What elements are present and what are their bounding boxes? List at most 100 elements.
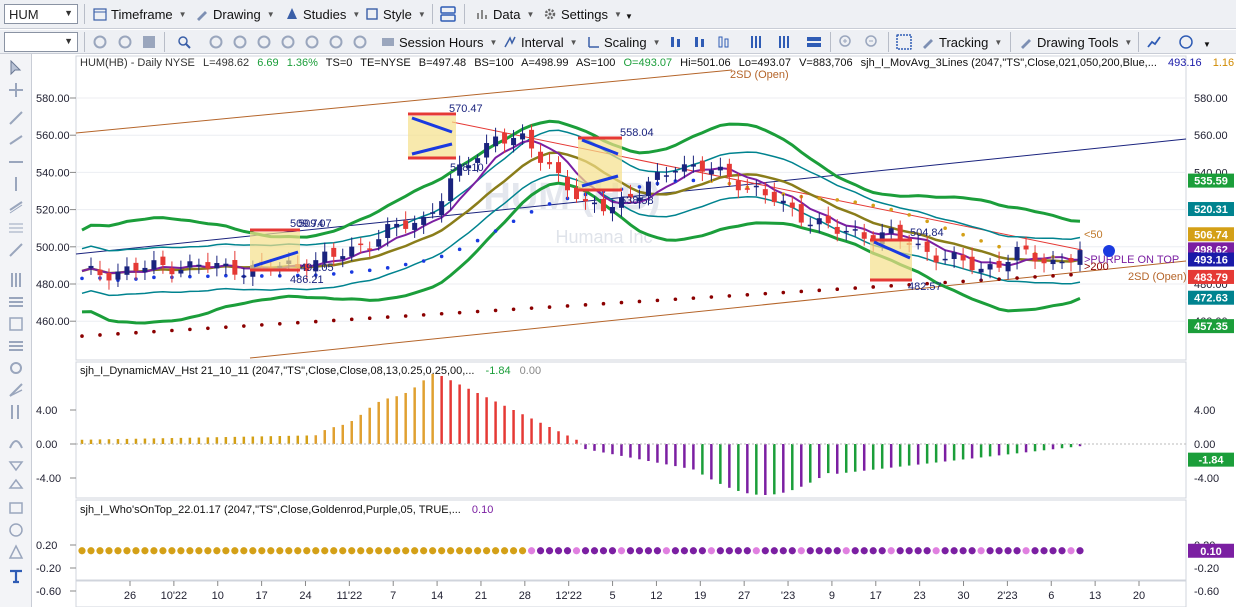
cycle-icon[interactable] bbox=[208, 34, 224, 50]
fibonacci-icon[interactable] bbox=[8, 220, 24, 236]
time-zones-icon[interactable] bbox=[8, 404, 24, 420]
cycle7-icon[interactable] bbox=[352, 34, 368, 50]
time-axis-label: 30 bbox=[957, 590, 969, 602]
separator bbox=[888, 32, 889, 52]
chart-toolbar: ▼ Session Hours ▼ Interval ▼ Scaling ▼ T… bbox=[0, 29, 1236, 54]
cursor-dot[interactable] bbox=[1103, 245, 1115, 257]
panel3-header: sjh_I_Who'sOnTop_22.01.17 (2047,"TS",Clo… bbox=[80, 504, 493, 516]
last-price: L=498.62 bbox=[203, 57, 249, 69]
wot-dot bbox=[959, 547, 967, 555]
data-button[interactable]: Data ▼ bbox=[472, 3, 537, 25]
studies-button[interactable]: Studies ▼ bbox=[282, 3, 363, 25]
indicator-icon[interactable] bbox=[1178, 34, 1194, 50]
wot-dot bbox=[438, 547, 446, 555]
bar-chart-icon[interactable] bbox=[668, 34, 684, 50]
candle-body bbox=[735, 180, 741, 191]
ma200-dot bbox=[295, 320, 300, 325]
grid-icon[interactable] bbox=[141, 34, 157, 50]
hollow-candle-icon[interactable] bbox=[716, 34, 732, 50]
bid-size-field: BS=100 bbox=[474, 57, 513, 69]
wot-dot bbox=[896, 547, 904, 555]
data-label: Data bbox=[493, 6, 521, 22]
candle-body bbox=[591, 202, 597, 205]
ma50-dot bbox=[475, 238, 480, 243]
volume-field: V=883,706 bbox=[799, 57, 853, 69]
cycle6-icon[interactable] bbox=[328, 34, 344, 50]
channel-icon[interactable] bbox=[8, 198, 24, 214]
ma200-dot bbox=[853, 286, 858, 290]
candle-icon[interactable] bbox=[692, 34, 708, 50]
ohlc-icon[interactable] bbox=[748, 34, 764, 50]
grid-tool-icon[interactable] bbox=[8, 316, 24, 332]
candle-body bbox=[547, 162, 553, 165]
regression-icon[interactable] bbox=[8, 338, 24, 354]
cycle2-icon[interactable] bbox=[232, 34, 248, 50]
overflow-chevron-icon[interactable]: ▼ bbox=[622, 5, 636, 27]
wot-dot bbox=[806, 547, 814, 555]
layout-icon[interactable] bbox=[440, 6, 456, 22]
overflow-chevron-icon[interactable]: ▼ bbox=[1200, 33, 1214, 55]
ma50-dot bbox=[907, 213, 911, 217]
time-axis-label: 27 bbox=[738, 590, 750, 602]
candle-body bbox=[439, 201, 445, 216]
cycle-tool-icon[interactable] bbox=[8, 360, 24, 376]
wot-dot bbox=[671, 547, 680, 555]
rectangle-icon[interactable] bbox=[8, 500, 24, 516]
scaling-button[interactable]: Scaling ▼ bbox=[583, 31, 664, 53]
ma200-dot bbox=[547, 305, 552, 309]
cycle3-icon[interactable] bbox=[256, 34, 272, 50]
pointer-icon[interactable] bbox=[8, 60, 24, 76]
cycle5-icon[interactable] bbox=[304, 34, 320, 50]
wot-dot bbox=[366, 547, 374, 555]
layout-toggle-icon[interactable] bbox=[806, 34, 822, 50]
refresh-all-icon[interactable] bbox=[117, 34, 133, 50]
chart-analysis-icon[interactable] bbox=[1146, 34, 1162, 50]
speed-lines-icon[interactable] bbox=[8, 294, 24, 310]
ellipse-icon[interactable] bbox=[8, 522, 24, 538]
ray-icon[interactable] bbox=[8, 132, 24, 148]
arc-icon[interactable] bbox=[8, 434, 24, 450]
interval-button[interactable]: Interval ▼ bbox=[500, 31, 581, 53]
triangle-icon[interactable] bbox=[8, 544, 24, 560]
interval-selector[interactable]: ▼ bbox=[4, 32, 78, 52]
session-hours-button[interactable]: Session Hours ▼ bbox=[378, 31, 500, 53]
candle-body bbox=[789, 202, 795, 208]
arrow-down-icon[interactable] bbox=[8, 456, 24, 472]
separator bbox=[84, 4, 85, 24]
find-icon[interactable] bbox=[176, 34, 192, 50]
chart-area[interactable]: HUM (HB) Humana Inc 570.47 558.04 548.10… bbox=[32, 54, 1236, 607]
style-icon bbox=[366, 8, 378, 20]
wot-dot bbox=[168, 547, 176, 555]
text-tool-icon[interactable] bbox=[8, 568, 24, 584]
settings-button[interactable]: Settings ▼ bbox=[540, 3, 625, 25]
pct-change: 1.36% bbox=[287, 57, 318, 69]
ma200-dot bbox=[1051, 274, 1055, 278]
vertical-line-icon[interactable] bbox=[8, 176, 24, 192]
time-axis-label: 26 bbox=[124, 590, 136, 602]
drawing-tools-button[interactable]: Drawing Tools ▼ bbox=[1016, 31, 1135, 53]
pitchfork-icon[interactable] bbox=[8, 242, 24, 258]
cycle4-icon[interactable] bbox=[280, 34, 296, 50]
zoom-out-icon[interactable] bbox=[864, 34, 880, 50]
arrow-up-icon[interactable] bbox=[8, 478, 24, 494]
style-button[interactable]: Style ▼ bbox=[362, 3, 429, 25]
candle-body bbox=[771, 191, 777, 203]
fan-icon[interactable] bbox=[8, 382, 24, 398]
horizontal-line-icon[interactable] bbox=[8, 154, 24, 170]
timeframe-button[interactable]: Timeframe ▼ bbox=[90, 3, 190, 25]
gann-icon[interactable] bbox=[8, 272, 24, 288]
hlc-icon[interactable] bbox=[776, 34, 792, 50]
symbol-selector[interactable]: HUM ▼ bbox=[4, 4, 78, 24]
label-lt50: <50 bbox=[1084, 229, 1103, 241]
price-axis-label-left: 520.00 bbox=[36, 205, 70, 217]
refresh-icon[interactable] bbox=[92, 34, 108, 50]
drawing-button[interactable]: Drawing ▼ bbox=[192, 3, 278, 25]
data-window-icon[interactable] bbox=[896, 34, 912, 50]
trendline-icon[interactable] bbox=[8, 110, 24, 126]
annotation-high: 558.04 bbox=[620, 127, 654, 139]
tracking-button[interactable]: Tracking ▼ bbox=[918, 31, 1005, 53]
zoom-in-icon[interactable] bbox=[838, 34, 854, 50]
crosshair-icon[interactable] bbox=[8, 82, 24, 98]
separator bbox=[830, 32, 831, 52]
price-chart[interactable]: HUM (HB) Humana Inc 570.47 558.04 548.10… bbox=[32, 54, 1236, 607]
